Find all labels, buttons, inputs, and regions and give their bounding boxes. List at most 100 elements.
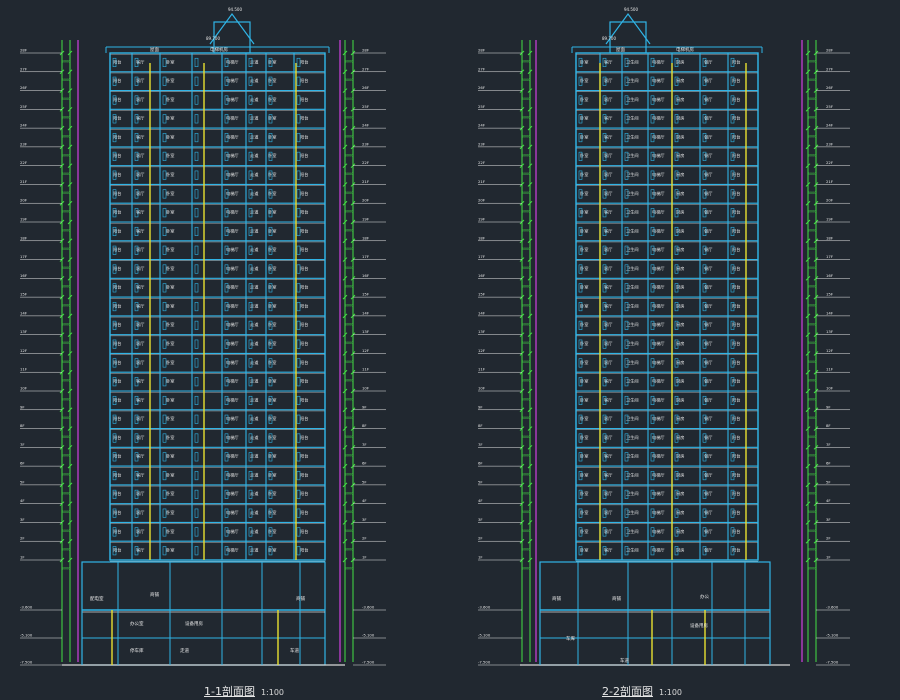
floor-number-label: 18F <box>826 235 833 240</box>
room-label: 客厅 <box>136 96 144 103</box>
room-label: 走道 <box>250 171 259 178</box>
room-label: 卧室 <box>166 115 174 122</box>
floor-number-label: 8F <box>362 423 367 428</box>
dimension-text: 3000 <box>522 228 531 232</box>
dimension-text: 3000 <box>522 473 531 477</box>
room-label: 阳台 <box>300 133 308 140</box>
dimension-text: 3000 <box>62 210 71 214</box>
dimension-text: 3000 <box>345 566 354 570</box>
roof-elevation-label: 89.700 <box>602 36 616 41</box>
room-label: 阳台 <box>113 415 121 422</box>
dimension-text: 3000 <box>522 59 531 63</box>
room-label: 阳台 <box>113 284 121 291</box>
room-label: 厨房 <box>676 246 684 253</box>
floor-number-label: 15F <box>20 292 27 297</box>
floor-number-label: 5F <box>826 479 831 484</box>
room-label: 客厅 <box>136 302 144 309</box>
room-label: 客厅 <box>604 434 612 441</box>
room-label: 客厅 <box>136 77 144 84</box>
room-label: 阳台 <box>732 547 740 554</box>
dimension-text: 3000 <box>345 548 354 552</box>
floor-number-label: 6F <box>20 461 25 466</box>
room-label: 卧室 <box>166 321 174 328</box>
floor-number-label: 10F <box>362 386 369 391</box>
cad-drawing-canvas: 阳台 客厅 卧室 电梯厅 走道 卧室 阳台阳台 客厅 卧室 电梯厅 走道 卧室 阳台阳台 客厅 卧室 电梯厅走… <box>20 7 850 666</box>
room-label: 卧室 <box>166 340 174 347</box>
section-1-1-scale: 1:100 <box>260 688 285 697</box>
basement-level-label: -5.100 <box>362 633 375 638</box>
room-label: 厨房 <box>676 77 684 84</box>
room-label: 厨房 <box>676 359 684 366</box>
floor-number-label: 27F <box>362 66 369 71</box>
room-label: 厨房 <box>676 209 684 216</box>
room-label: 阳台 <box>113 359 121 366</box>
floor-number-label: 24F <box>478 123 485 128</box>
dimension-text: 3000 <box>62 135 71 139</box>
room-label: 阳台 <box>300 115 308 122</box>
room-label: 卧室 <box>580 190 588 197</box>
dimension-text: 3000 <box>345 210 354 214</box>
room-label: 阳台 <box>113 133 121 140</box>
window-opening <box>194 377 199 387</box>
window-opening <box>194 283 199 293</box>
room-label: 阳台 <box>300 284 308 291</box>
dimension-text: 3000 <box>62 116 71 120</box>
room-label: 卧室 <box>580 396 588 403</box>
room-label: 客厅 <box>136 434 144 441</box>
dimension-text: 3000 <box>62 59 71 63</box>
floor-number-label: 28F <box>362 48 369 53</box>
room-label: 卧室 <box>580 152 588 159</box>
room-label: 卧室 <box>166 378 174 385</box>
dimension-text: 3000 <box>62 566 71 570</box>
room-label: 餐厅 <box>704 471 712 478</box>
room-label: 客厅 <box>604 471 612 478</box>
room-label: 客厅 <box>136 171 144 178</box>
room-label: 阳台 <box>732 396 740 403</box>
room-label: 阳台 <box>300 471 308 478</box>
floor-number-label: 25F <box>826 104 833 109</box>
window-opening <box>194 452 199 462</box>
floor-number-label: 2F <box>362 536 367 541</box>
room-label: 阳台 <box>300 302 308 309</box>
room-label: 餐厅 <box>704 378 712 385</box>
room-label: 卧室 <box>580 284 588 291</box>
room-label: 走道 <box>250 415 259 422</box>
room-label: 餐厅 <box>704 528 712 535</box>
floor-number-label: 12F <box>20 348 27 353</box>
room-label: 卧室 <box>580 378 588 385</box>
room-label: 卧室 <box>580 171 588 178</box>
floor-number-label: 7F <box>20 442 25 447</box>
dimension-text: 3000 <box>522 529 531 533</box>
dimension-text: 3000 <box>345 285 354 289</box>
room-label: 阳台 <box>113 434 121 441</box>
room-label: 阳台 <box>113 547 121 554</box>
room-label: 客厅 <box>136 509 144 516</box>
room-label: 走道 <box>250 284 259 291</box>
room-label: 厨房 <box>676 378 684 385</box>
room-label: 卧室 <box>166 359 174 366</box>
floor-number-label: 27F <box>20 66 27 71</box>
dimension-text: 3000 <box>62 247 71 251</box>
room-label: 阳台 <box>300 96 308 103</box>
roof-label: 屋面 <box>150 47 159 53</box>
room-label: 客厅 <box>604 359 612 366</box>
room-label: 走道 <box>250 359 259 366</box>
podium-room-label: 车道 <box>290 647 299 654</box>
room-label: 客厅 <box>136 490 144 497</box>
room-label: 卧室 <box>166 171 174 178</box>
room-label: 卧室 <box>580 209 588 216</box>
dimension-text: 3000 <box>62 491 71 495</box>
room-label: 阳台 <box>113 152 121 159</box>
room-label: 厨房 <box>676 340 684 347</box>
room-label: 走道 <box>250 58 259 65</box>
floor-number-label: 24F <box>826 123 833 128</box>
dimension-text: 3000 <box>345 529 354 533</box>
dimension-text: 3000 <box>808 153 817 157</box>
room-label: 客厅 <box>136 209 144 216</box>
basement-level-label: -5.100 <box>826 633 839 638</box>
floor-number-label: 23F <box>20 141 27 146</box>
window-opening <box>194 189 199 199</box>
floor-number-label: 7F <box>362 442 367 447</box>
room-label: 客厅 <box>136 471 144 478</box>
room-label: 阳台 <box>300 321 308 328</box>
